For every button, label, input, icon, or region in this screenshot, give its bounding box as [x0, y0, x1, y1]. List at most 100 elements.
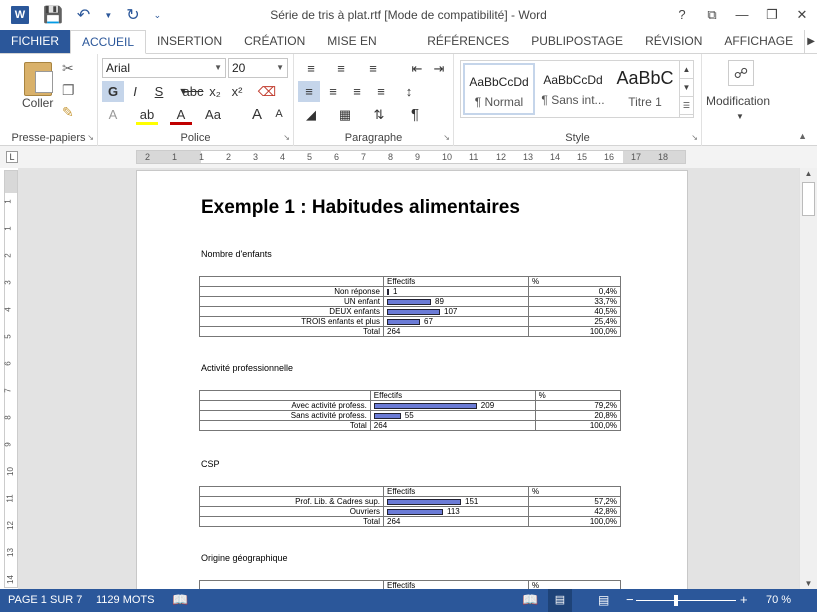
line-spacing-icon[interactable]: ↕ — [398, 81, 420, 102]
paragraph-launcher-icon[interactable]: ↘ — [443, 133, 450, 142]
align-left-icon[interactable]: ≡ — [298, 81, 320, 102]
tab-mise-en-page[interactable]: MISE EN PAGE — [316, 30, 416, 71]
tab-scroll-right-icon[interactable]: ▶ — [804, 30, 817, 53]
multilevel-list-icon[interactable]: ≡ — [362, 58, 384, 79]
font-launcher-icon[interactable]: ↘ — [283, 133, 290, 142]
word-count[interactable]: 1129 MOTS — [96, 594, 155, 606]
ribbon-display-button[interactable]: ⧉ — [697, 0, 727, 30]
style-no-spacing[interactable]: AaBbCcDd ¶ Sans int... — [537, 63, 609, 115]
bullets-icon[interactable]: ≡ — [300, 58, 322, 79]
tab-fichier[interactable]: FICHIER — [0, 30, 70, 53]
italic-button[interactable]: I — [124, 81, 146, 102]
tab-affichage[interactable]: AFFICHAGE — [713, 30, 804, 53]
editing-button[interactable]: Modification — [706, 94, 770, 108]
horizontal-ruler[interactable]: 2 1 1 2 3 4 5 6 7 8 9 10 11 12 13 14 15 16 17 18 — [136, 150, 686, 164]
align-right-icon[interactable]: ≡ — [346, 81, 368, 102]
zoom-in-button[interactable]: + — [740, 592, 748, 607]
tab-creation[interactable]: CRÉATION — [233, 30, 316, 53]
tab-publipostage[interactable]: PUBLIPOSTAGE — [520, 30, 634, 53]
justify-icon[interactable]: ≡ — [370, 81, 392, 102]
superscript-button[interactable]: x² — [226, 81, 248, 102]
subscript-button[interactable]: x₂ — [204, 81, 226, 102]
styles-up-icon[interactable]: ▲ — [680, 61, 693, 79]
zoom-slider-thumb[interactable] — [674, 595, 678, 606]
font-name-dropdown-icon[interactable]: ▼ — [214, 59, 222, 77]
increase-indent-icon[interactable]: ⇥ — [428, 58, 450, 79]
zoom-level[interactable]: 70 % — [766, 594, 791, 606]
grow-font-button[interactable]: A — [246, 104, 268, 125]
font-name-box[interactable]: Arial ▼ — [102, 58, 226, 78]
paste-icon[interactable] — [24, 62, 53, 96]
font-size-dropdown-icon[interactable]: ▼ — [276, 59, 284, 77]
proofing-icon[interactable]: 📖 — [172, 592, 188, 608]
paste-button[interactable]: Coller — [22, 96, 53, 110]
tab-selector-icon[interactable]: L — [6, 151, 18, 163]
underline-button[interactable]: S — [148, 81, 170, 102]
save-icon[interactable]: 💾 — [43, 5, 63, 25]
sort-icon[interactable]: ⇅ — [368, 104, 390, 125]
document-page[interactable]: Exemple 1 : Habitudes alimentaires Nombr… — [136, 170, 688, 589]
styles-more-icon[interactable]: ☰ — [680, 97, 693, 115]
vertical-scrollbar[interactable]: ▲ ▼ — [799, 168, 817, 589]
decrease-indent-icon[interactable]: ⇤ — [406, 58, 428, 79]
change-case-button[interactable]: Aa — [202, 104, 224, 125]
scrollbar-thumb[interactable] — [802, 182, 815, 216]
bold-button[interactable]: G — [102, 81, 124, 102]
close-button[interactable]: ✕ — [787, 0, 817, 30]
shrink-font-button[interactable]: A — [268, 104, 290, 125]
tab-revision[interactable]: RÉVISION — [634, 30, 713, 53]
undo-dropdown-icon[interactable]: ▼ — [104, 11, 112, 20]
clipboard-launcher-icon[interactable]: ↘ — [87, 133, 94, 142]
shading-icon[interactable]: ◢ — [300, 104, 322, 125]
binoculars-icon[interactable]: ☍ — [728, 60, 754, 86]
show-formatting-button[interactable]: ¶ — [404, 104, 426, 125]
table-total-row: Total 264 100,0% — [199, 326, 622, 337]
styles-down-icon[interactable]: ▼ — [680, 79, 693, 97]
style-normal[interactable]: AaBbCcDd ¶ Normal — [463, 63, 535, 115]
editing-dropdown-icon[interactable]: ▼ — [736, 112, 744, 121]
tab-accueil[interactable]: ACCUEIL — [70, 30, 147, 54]
web-layout-icon[interactable]: ▤ — [598, 593, 609, 607]
total-count: 264 — [383, 326, 529, 337]
zoom-slider[interactable] — [636, 600, 736, 601]
copy-icon[interactable]: ❐ — [62, 82, 75, 99]
undo-icon[interactable]: ↶ — [77, 5, 90, 25]
table-header-cell — [199, 486, 384, 497]
print-layout-icon[interactable]: ▤ — [548, 589, 572, 612]
align-center-icon[interactable]: ≡ — [322, 81, 344, 102]
page-indicator[interactable]: PAGE 1 SUR 7 — [8, 594, 82, 606]
help-button[interactable]: ? — [667, 0, 697, 30]
scroll-down-icon[interactable]: ▼ — [800, 579, 817, 588]
tab-references[interactable]: RÉFÉRENCES — [416, 30, 520, 53]
tab-insertion[interactable]: INSERTION — [146, 30, 233, 53]
minimize-button[interactable]: — — [727, 0, 757, 30]
row-label: Prof. Lib. & Cadres sup. — [199, 496, 384, 507]
customize-qat-icon[interactable]: ⌄ — [154, 10, 162, 21]
styles-launcher-icon[interactable]: ↘ — [691, 133, 698, 142]
cut-icon[interactable]: ✂ — [62, 60, 74, 77]
highlight-button[interactable]: ab — [136, 104, 158, 125]
text-effects-icon[interactable]: A — [102, 104, 124, 125]
collapse-ribbon-icon[interactable]: ▲ — [798, 131, 807, 141]
borders-icon[interactable]: ▦ — [334, 104, 356, 125]
font-size-box[interactable]: 20 ▼ — [228, 58, 288, 78]
scroll-up-icon[interactable]: ▲ — [800, 169, 817, 178]
word-app-icon[interactable]: W — [11, 6, 29, 24]
frequency-bar — [387, 298, 431, 305]
strikethrough-icon[interactable]: abc — [182, 81, 204, 102]
row-label: Ouvriers — [199, 506, 384, 517]
table-header-cell: Effectifs — [383, 276, 529, 287]
redo-icon[interactable]: ↻ — [126, 5, 139, 25]
style-heading1[interactable]: AaBbC Titre 1 — [609, 63, 681, 115]
zoom-out-button[interactable]: − — [626, 592, 634, 607]
table-total-row: Total 264 100,0% — [199, 420, 622, 431]
font-color-button[interactable]: A — [170, 104, 192, 125]
vertical-ruler[interactable]: 1123456789101112131415 — [3, 170, 18, 611]
numbering-icon[interactable]: ≡ — [330, 58, 352, 79]
format-painter-icon[interactable]: ✎ — [62, 104, 74, 121]
read-mode-icon[interactable]: 📖 — [522, 592, 538, 608]
clear-formatting-icon[interactable]: ⌫ — [256, 81, 278, 102]
document-workspace[interactable]: Exemple 1 : Habitudes alimentaires Nombr… — [18, 168, 799, 589]
vruler-number: 8 — [3, 415, 13, 420]
restore-button[interactable]: ❐ — [757, 0, 787, 30]
